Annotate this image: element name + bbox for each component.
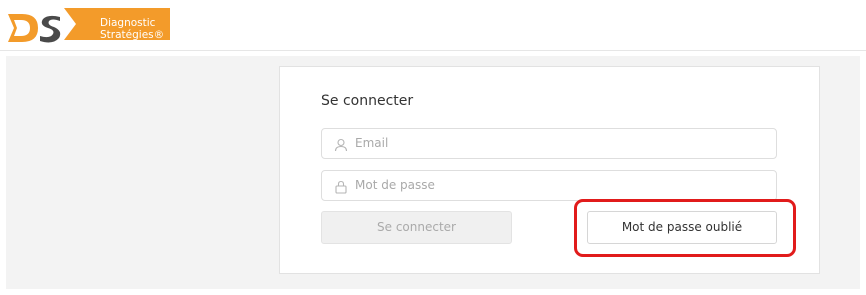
brand-logo[interactable]: Diagnostic Stratégies® bbox=[8, 8, 170, 48]
email-placeholder: Email bbox=[355, 136, 389, 150]
password-placeholder: Mot de passe bbox=[355, 178, 435, 192]
brand-name: Diagnostic Stratégies® bbox=[100, 17, 172, 41]
login-title: Se connecter bbox=[321, 93, 414, 109]
brand-line-1: Diagnostic bbox=[100, 17, 156, 29]
highlight-annotation bbox=[574, 199, 796, 257]
header: Diagnostic Stratégies® bbox=[0, 0, 866, 50]
user-icon bbox=[334, 137, 348, 152]
header-divider bbox=[0, 50, 866, 51]
password-field[interactable]: Mot de passe bbox=[321, 170, 777, 201]
email-field[interactable]: Email bbox=[321, 128, 777, 159]
brand-line-2: Stratégies® bbox=[100, 29, 165, 41]
login-button[interactable]: Se connecter bbox=[321, 211, 512, 244]
lock-icon bbox=[334, 179, 348, 194]
